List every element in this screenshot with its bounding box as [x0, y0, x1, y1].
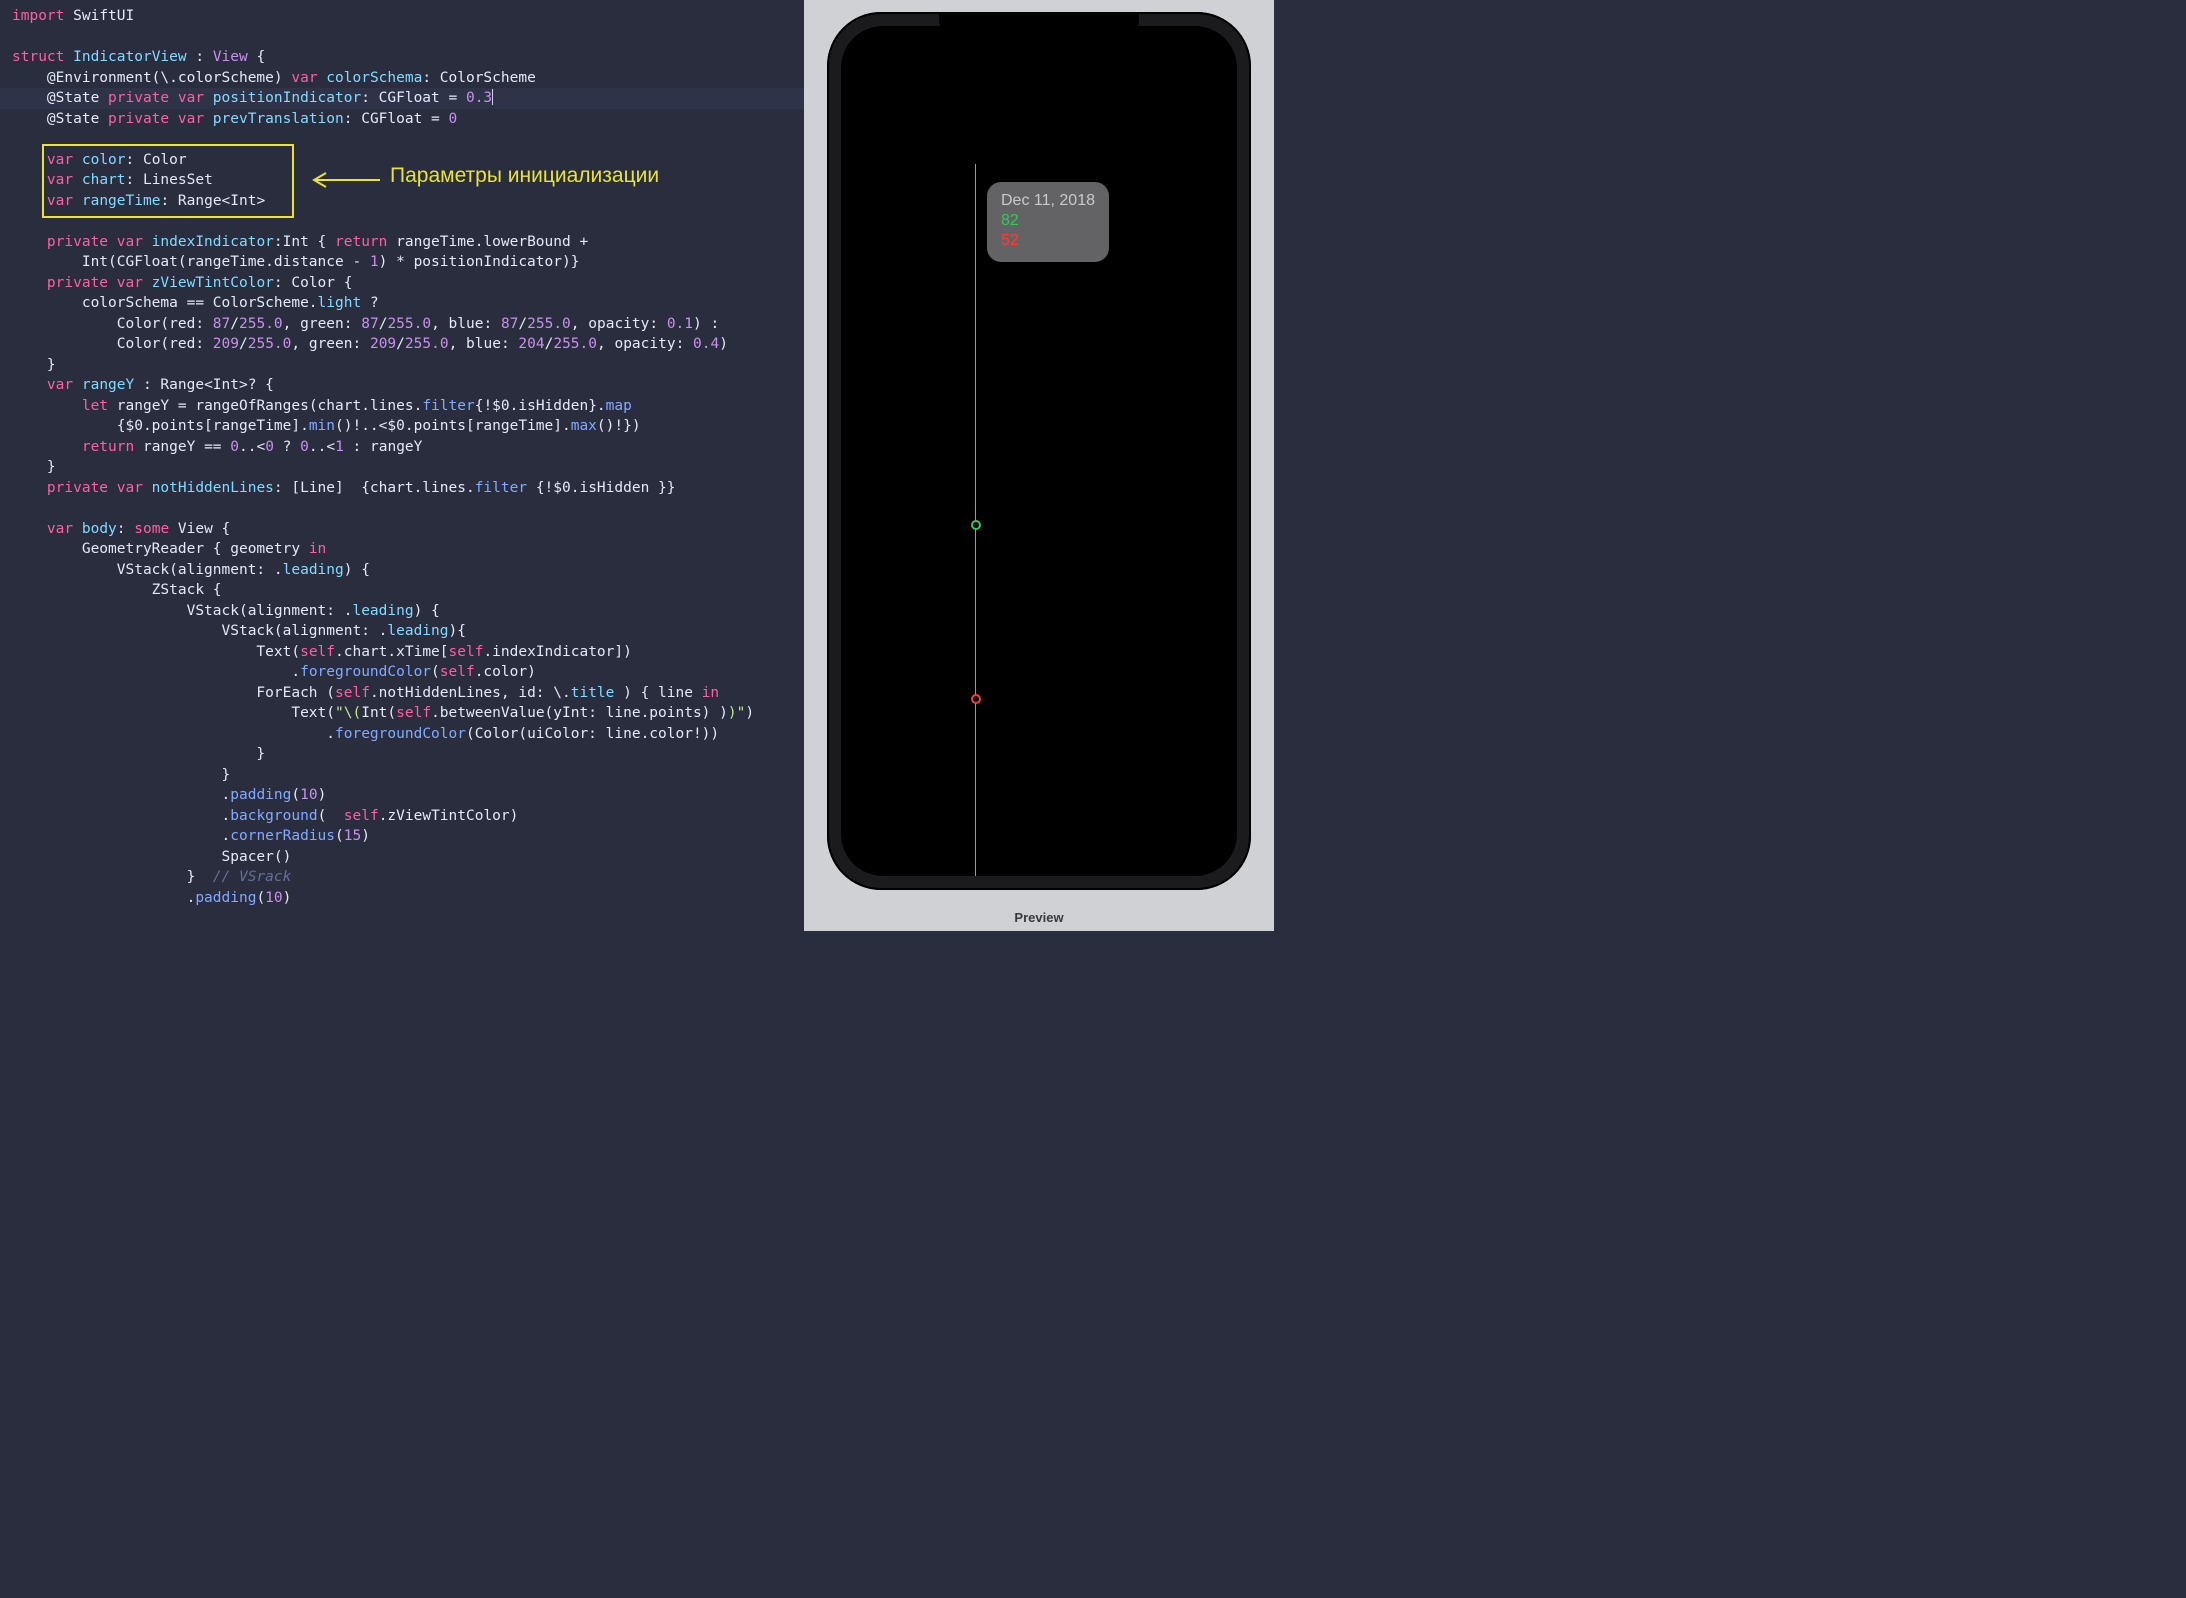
code-line: VStack(alignment: .leading){: [0, 621, 804, 642]
code-line: Int(CGFloat(rangeTime.distance - 1) * po…: [0, 252, 804, 273]
phone-frame: Dec 11, 2018 82 52: [827, 12, 1251, 890]
code-line: var body: some View {: [0, 519, 804, 540]
code-line: private var zViewTintColor: Color {: [0, 273, 804, 294]
code-line: private var notHiddenLines: [Line] {char…: [0, 478, 804, 499]
code-line: .background( self.zViewTintColor): [0, 806, 804, 827]
code-line: ForEach (self.notHiddenLines, id: \.titl…: [0, 683, 804, 704]
code-line: .padding(10): [0, 785, 804, 806]
code-line: Color(red: 87/255.0, green: 87/255.0, bl…: [0, 314, 804, 335]
preview-panel: Dec 11, 2018 82 52 Preview: [804, 0, 1274, 931]
code-line: .foregroundColor(self.color): [0, 662, 804, 683]
data-point-red: [971, 694, 981, 704]
callout-label: Параметры инициализации: [390, 164, 659, 188]
code-line: VStack(alignment: .leading) {: [0, 601, 804, 622]
code-line: } // VSrack: [0, 867, 804, 888]
data-point-green: [971, 520, 981, 530]
code-line: [0, 498, 804, 519]
code-line: @Environment(\.colorScheme) var colorSch…: [0, 68, 804, 89]
code-line: var rangeTime: Range<Int>: [0, 191, 804, 212]
code-line: .padding(10): [0, 888, 804, 909]
code-editor[interactable]: import SwiftUI struct IndicatorView : Vi…: [0, 0, 804, 931]
code-line: let rangeY = rangeOfRanges(chart.lines.f…: [0, 396, 804, 417]
code-line: {$0.points[rangeTime].min()!..<$0.points…: [0, 416, 804, 437]
code-line: @State private var positionIndicator: CG…: [0, 88, 804, 109]
code-line: .foregroundColor(Color(uiColor: line.col…: [0, 724, 804, 745]
code-line: Text(self.chart.xTime[self.indexIndicato…: [0, 642, 804, 663]
code-line: import SwiftUI: [0, 6, 804, 27]
code-line: }: [0, 457, 804, 478]
code-line: Text("\(Int(self.betweenValue(yInt: line…: [0, 703, 804, 724]
code-line: return rangeY == 0..<0 ? 0..<1 : rangeY: [0, 437, 804, 458]
code-line: @State private var prevTranslation: CGFl…: [0, 109, 804, 130]
code-line: }: [0, 744, 804, 765]
tooltip-date: Dec 11, 2018: [1001, 191, 1095, 211]
phone-screen[interactable]: Dec 11, 2018 82 52: [841, 26, 1237, 876]
code-line: }: [0, 765, 804, 786]
code-line: [0, 211, 804, 232]
tooltip-value-2: 52: [1001, 231, 1095, 251]
code-line: private var indexIndicator:Int { return …: [0, 232, 804, 253]
code-line: [0, 129, 804, 150]
code-line: var rangeY : Range<Int>? {: [0, 375, 804, 396]
code-line: }: [0, 355, 804, 376]
code-line: Color(red: 209/255.0, green: 209/255.0, …: [0, 334, 804, 355]
code-line: struct IndicatorView : View {: [0, 47, 804, 68]
preview-label: Preview: [804, 910, 1274, 925]
code-line: ZStack {: [0, 580, 804, 601]
code-line: VStack(alignment: .leading) {: [0, 560, 804, 581]
indicator-tooltip: Dec 11, 2018 82 52: [987, 182, 1109, 262]
code-line: [0, 27, 804, 48]
tooltip-value-1: 82: [1001, 211, 1095, 231]
code-line: Spacer(): [0, 847, 804, 868]
code-line: GeometryReader { geometry in: [0, 539, 804, 560]
code-line: .cornerRadius(15): [0, 826, 804, 847]
code-line: colorSchema == ColorScheme.light ?: [0, 293, 804, 314]
